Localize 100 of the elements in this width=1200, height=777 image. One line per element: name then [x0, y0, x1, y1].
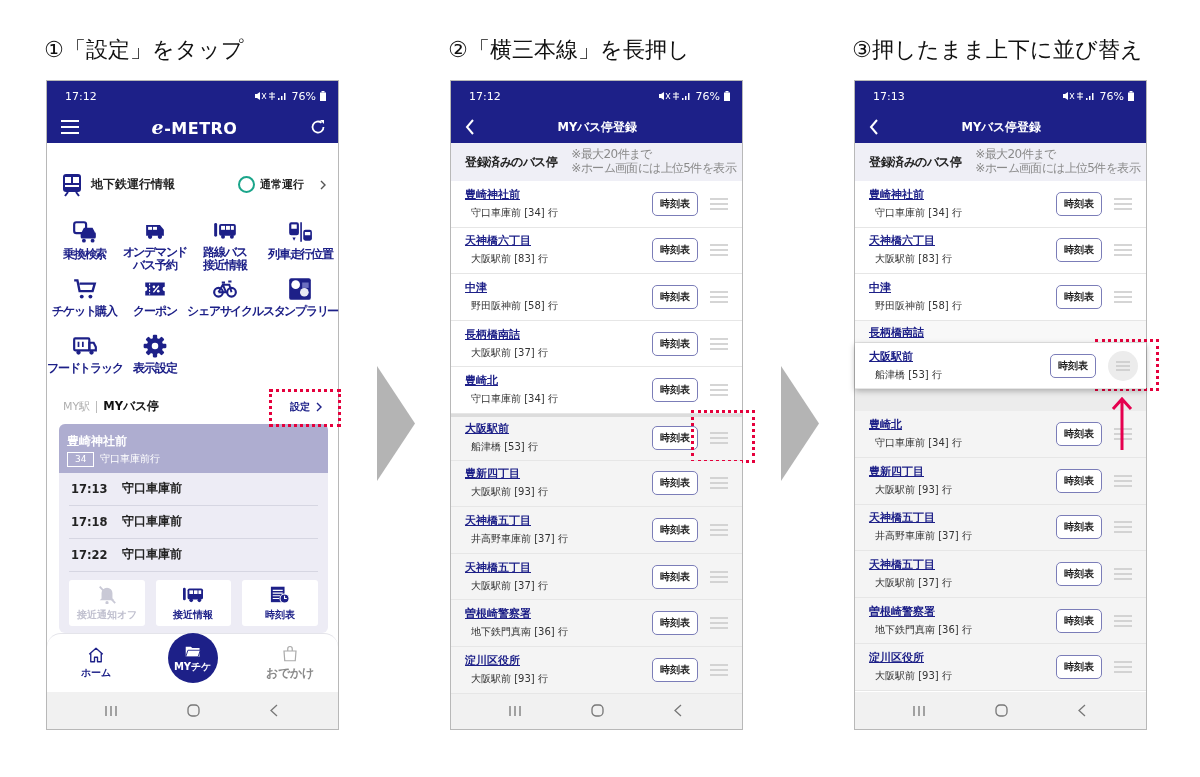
- drag-handle-icon[interactable]: [710, 244, 728, 257]
- drag-handle-icon[interactable]: [1114, 661, 1132, 674]
- timetable-button[interactable]: 時刻表: [1056, 238, 1102, 263]
- menu-item[interactable]: オンデマンド バス予約: [122, 214, 187, 272]
- refresh-icon[interactable]: [310, 119, 326, 135]
- timetable-button[interactable]: 時刻表: [652, 517, 698, 542]
- drag-handle-icon[interactable]: [1114, 244, 1132, 257]
- list-row[interactable]: 天神橋五丁目 井高野車庫前 [37] 行 時刻表: [855, 504, 1146, 552]
- drag-handle-icon[interactable]: [710, 197, 728, 210]
- stop-link[interactable]: 中津: [465, 281, 487, 295]
- home-button-icon[interactable]: [591, 704, 604, 717]
- timetable-button[interactable]: 時刻表: [1056, 468, 1102, 493]
- list-row[interactable]: 豊新四丁目 大阪駅前 [93] 行 時刻表: [451, 460, 742, 508]
- drag-handle-icon[interactable]: [710, 337, 728, 350]
- stop-link[interactable]: 天神橋五丁目: [869, 511, 935, 526]
- stop-link[interactable]: 天神橋五丁目: [869, 557, 935, 572]
- menu-item[interactable]: 路線バス 接近情報: [187, 214, 263, 272]
- timetable-button[interactable]: 時刻表: [1056, 608, 1102, 633]
- timetable-button[interactable]: 時刻表: [652, 331, 698, 356]
- list-row[interactable]: 豊崎北 守口車庫前 [34] 行 時刻表: [855, 411, 1146, 458]
- list-row[interactable]: 大阪駅前 船津橋 [53] 行 時刻表: [855, 342, 1146, 390]
- nav-tab[interactable]: ホーム: [80, 646, 111, 681]
- menu-icon[interactable]: [61, 120, 79, 134]
- stop-link[interactable]: 天神橋五丁目: [465, 560, 531, 575]
- drag-handle-icon[interactable]: [1114, 474, 1132, 487]
- home-button-icon[interactable]: [187, 704, 200, 717]
- list-row[interactable]: 長柄橋南詰: [855, 320, 1146, 343]
- drag-handle-icon[interactable]: [710, 477, 728, 490]
- drag-handle-icon[interactable]: [1114, 291, 1132, 303]
- stop-link[interactable]: 豊崎北: [869, 418, 902, 433]
- timetable-button[interactable]: 時刻表: [1056, 515, 1102, 540]
- drag-handle-icon[interactable]: [710, 384, 728, 397]
- list-row[interactable]: 天神橋五丁目 井高野車庫前 [37] 行 時刻表: [451, 507, 742, 554]
- drag-handle-icon[interactable]: [1114, 197, 1132, 210]
- list-row[interactable]: 大阪駅前 船津橋 [53] 行 時刻表: [451, 413, 742, 461]
- timetable-button[interactable]: 時刻表: [652, 471, 698, 496]
- menu-item[interactable]: 乗換検索: [47, 214, 123, 272]
- stop-link[interactable]: 豊崎神社前: [869, 187, 924, 202]
- drag-handle-icon[interactable]: [710, 523, 728, 536]
- menu-item[interactable]: チケット購入: [47, 271, 123, 329]
- list-row[interactable]: 曽根崎警察署 地下鉄門真南 [36] 行 時刻表: [855, 597, 1146, 645]
- stop-link[interactable]: 天神橋六丁目: [465, 234, 531, 249]
- card-action-button[interactable]: 時刻表: [242, 579, 318, 626]
- timetable-button[interactable]: 時刻表: [652, 378, 698, 403]
- timetable-button[interactable]: 時刻表: [652, 611, 698, 636]
- list-row[interactable]: 曽根崎警察署 地下鉄門真南 [36] 行 時刻表: [451, 600, 742, 647]
- list-row[interactable]: 天神橋五丁目 大阪駅前 [37] 行 時刻表: [451, 553, 742, 601]
- stop-link[interactable]: 大阪駅前: [465, 422, 509, 437]
- timetable-button[interactable]: 時刻表: [1056, 285, 1102, 309]
- section-tab[interactable]: MYバス停: [97, 399, 165, 415]
- stop-link[interactable]: 曽根崎警察署: [465, 607, 531, 622]
- drag-handle-icon[interactable]: [710, 570, 728, 583]
- stop-link[interactable]: 豊新四丁目: [869, 464, 924, 479]
- menu-item[interactable]: フードトラック: [47, 328, 123, 386]
- service-status-link[interactable]: 通常運行: [238, 176, 326, 194]
- stop-link[interactable]: 豊崎北: [465, 374, 498, 389]
- stop-link[interactable]: 豊新四丁目: [465, 467, 520, 482]
- list-row[interactable]: 淀川区役所 大阪駅前 [93] 行 時刻表: [855, 644, 1146, 691]
- menu-item[interactable]: シェアサイクル: [187, 271, 263, 329]
- center-nav-button[interactable]: MYチケ: [167, 633, 218, 684]
- timetable-button[interactable]: 時刻表: [1056, 191, 1102, 216]
- stop-link[interactable]: 淀川区役所: [465, 653, 520, 668]
- timetable-button[interactable]: 時刻表: [652, 191, 698, 216]
- timetable-button[interactable]: 時刻表: [652, 285, 698, 309]
- stop-link[interactable]: 長柄橋南詰: [465, 327, 520, 342]
- recent-apps-icon[interactable]: [509, 704, 521, 717]
- drag-handle-icon[interactable]: [1108, 350, 1138, 381]
- menu-item[interactable]: クーポン: [122, 271, 187, 329]
- recent-apps-icon[interactable]: [913, 704, 925, 717]
- recent-apps-icon[interactable]: [105, 704, 117, 717]
- drag-handle-icon[interactable]: [1114, 567, 1132, 580]
- menu-item[interactable]: 表示設定: [122, 328, 187, 386]
- stop-link[interactable]: 中津: [869, 281, 891, 295]
- timetable-button[interactable]: 時刻表: [1056, 655, 1102, 680]
- list-row[interactable]: 豊新四丁目 大阪駅前 [93] 行 時刻表: [855, 457, 1146, 505]
- home-button-icon[interactable]: [995, 704, 1008, 717]
- settings-link[interactable]: 設定: [286, 399, 326, 414]
- stop-link[interactable]: 天神橋五丁目: [465, 513, 531, 528]
- timetable-button[interactable]: 時刻表: [1050, 353, 1096, 378]
- drag-handle-icon[interactable]: [710, 617, 728, 630]
- list-row[interactable]: 天神橋五丁目 大阪駅前 [37] 行 時刻表: [855, 551, 1146, 598]
- drag-handle-icon[interactable]: [710, 432, 728, 445]
- timetable-button[interactable]: 時刻表: [1056, 422, 1102, 447]
- stop-link[interactable]: 淀川区役所: [869, 651, 924, 666]
- timetable-button[interactable]: 時刻表: [652, 564, 698, 589]
- drag-handle-icon[interactable]: [710, 291, 728, 303]
- stop-link[interactable]: 長柄橋南詰: [869, 325, 924, 340]
- stop-link[interactable]: 天神橋六丁目: [869, 234, 935, 249]
- drag-handle-icon[interactable]: [1114, 614, 1132, 627]
- timetable-button[interactable]: 時刻表: [652, 238, 698, 263]
- timetable-button[interactable]: 時刻表: [652, 657, 698, 682]
- menu-item[interactable]: 列車走行位置: [262, 214, 338, 272]
- drag-handle-icon[interactable]: [710, 663, 728, 676]
- drag-handle-icon[interactable]: [1114, 521, 1132, 534]
- stop-link[interactable]: 大阪駅前: [869, 349, 913, 364]
- timetable-button[interactable]: 時刻表: [1056, 561, 1102, 586]
- card-action-button[interactable]: 接近情報: [155, 579, 232, 626]
- timetable-button[interactable]: 時刻表: [652, 426, 698, 451]
- stop-link[interactable]: 曽根崎警察署: [869, 604, 935, 619]
- drag-handle-icon[interactable]: [1114, 428, 1132, 441]
